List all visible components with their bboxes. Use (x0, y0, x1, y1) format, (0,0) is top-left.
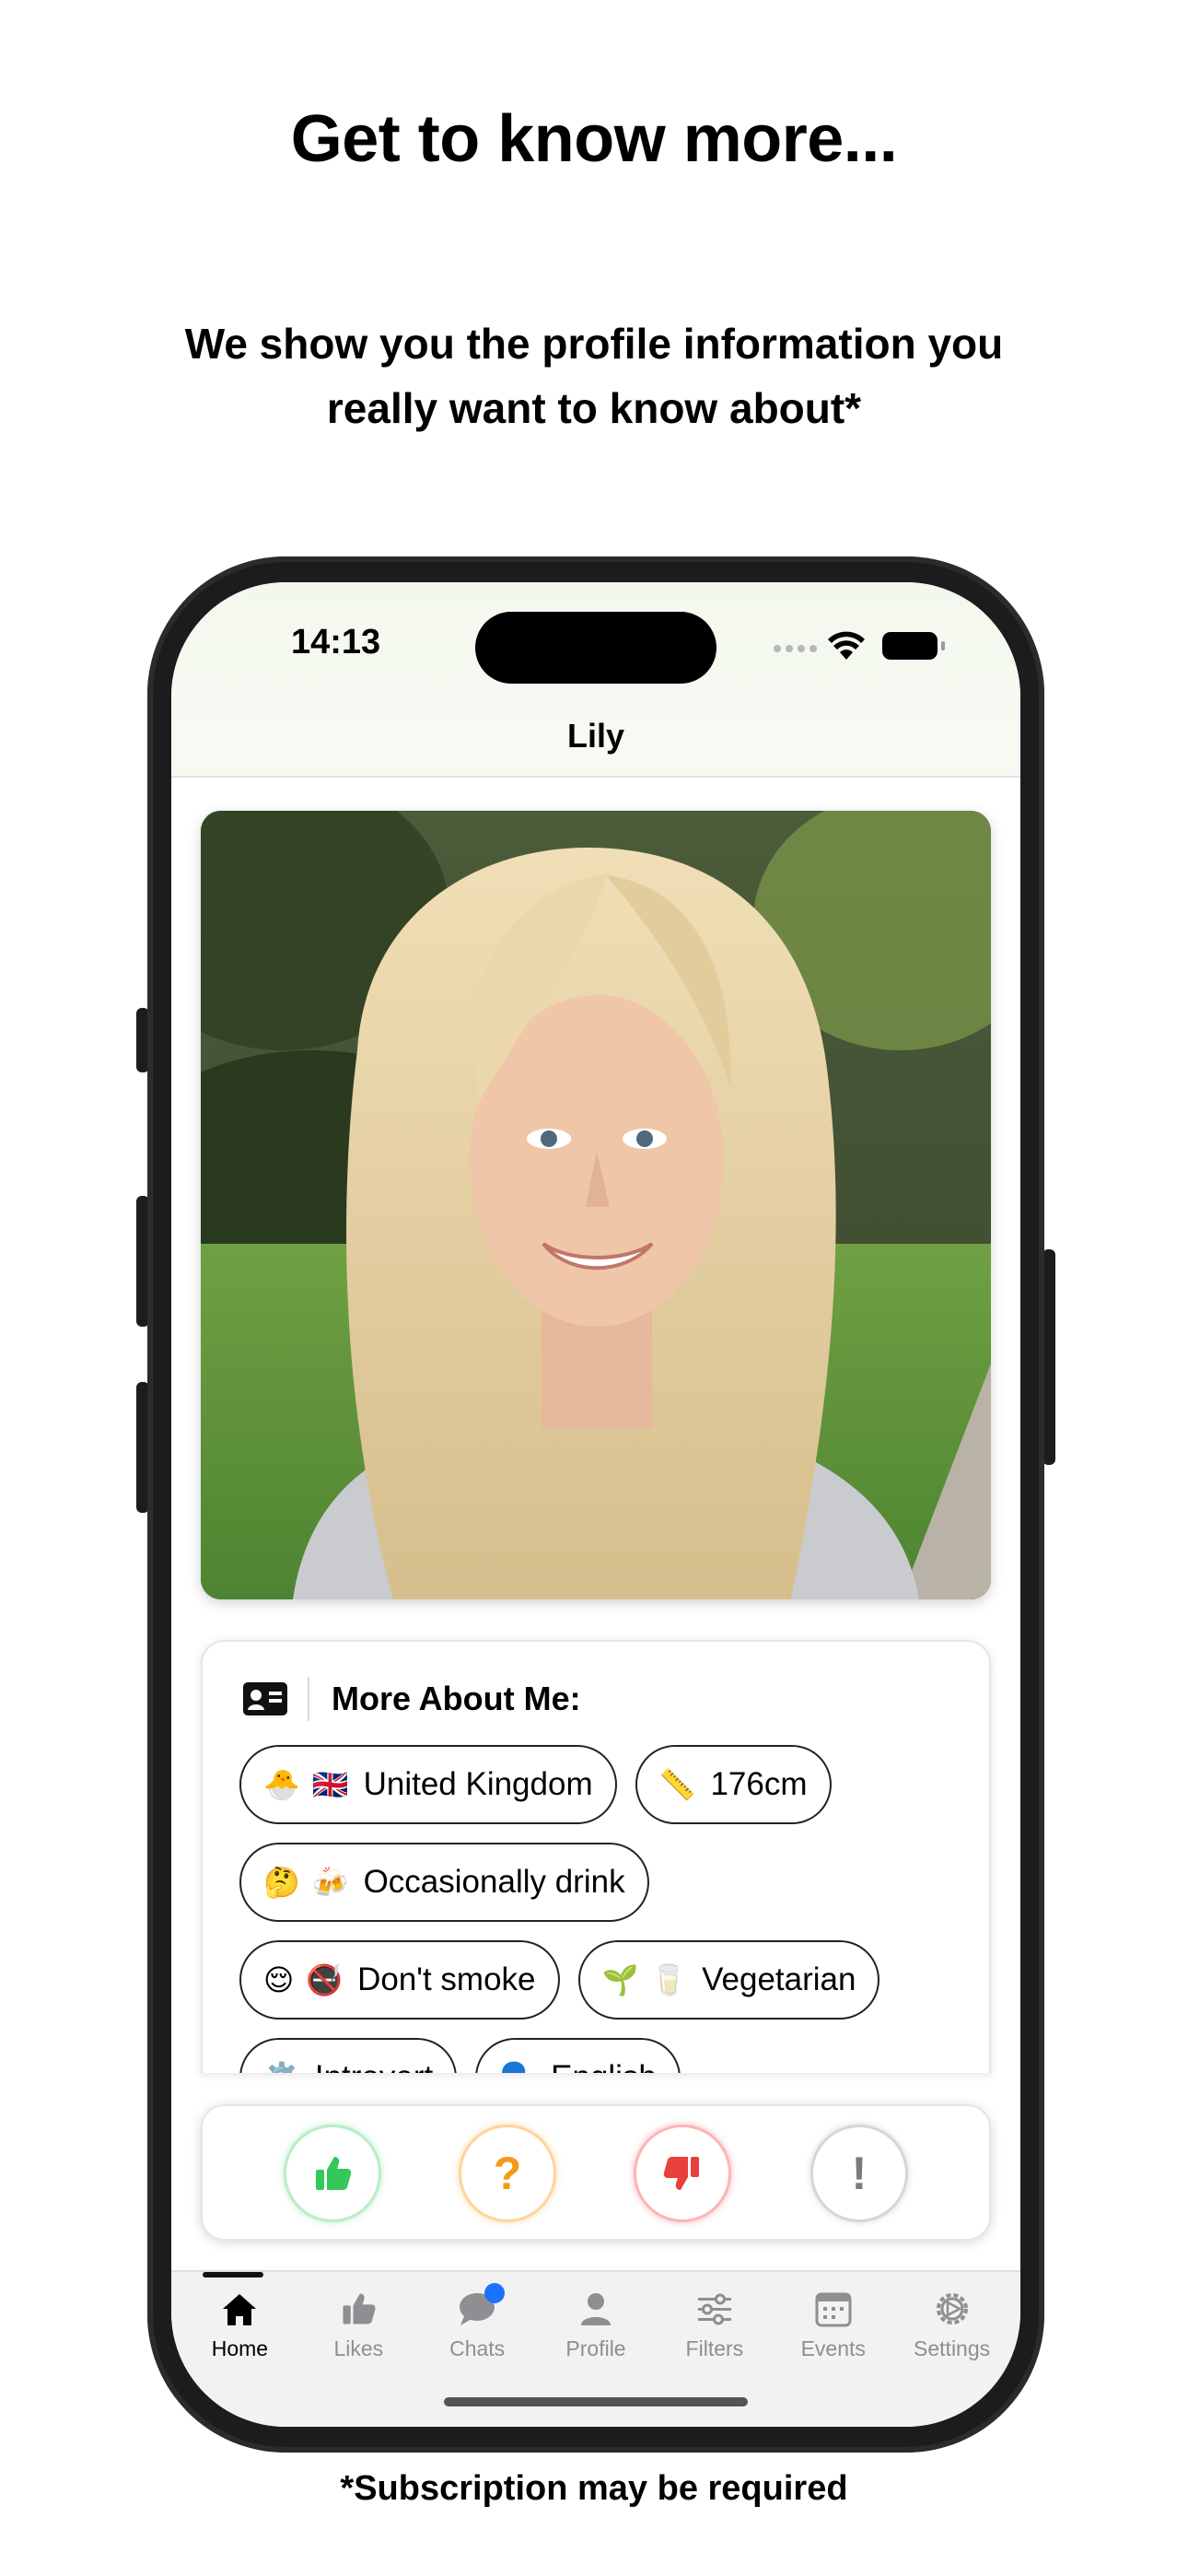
chip-label: 176cm (710, 1766, 808, 1802)
chip-emoji: 📏 (658, 1768, 698, 1801)
chip-smoking: 😌 🚭 Don't smoke (239, 1940, 560, 2020)
tab-label: Profile (565, 2336, 626, 2360)
action-bar: ? ! (201, 2104, 991, 2241)
chip-emoji: 🐣 🇬🇧 (263, 1768, 351, 1801)
chip-label: Vegetarian (702, 1961, 856, 1997)
active-tab-indicator (203, 2272, 263, 2277)
profile-name-title: Lily (566, 717, 624, 755)
about-header-divider (308, 1677, 309, 1721)
chip-language: 🗣️ English (475, 2038, 681, 2073)
chip-nationality: 🐣 🇬🇧 United Kingdom (239, 1745, 617, 1824)
home-icon (223, 2294, 257, 2325)
phone-screen: 14:13 Lily More About Me: 🐣 🇬🇧 United Ki… (171, 582, 1020, 2427)
chip-label: United Kingdom (363, 1766, 593, 1802)
home-indicator (444, 2397, 748, 2406)
nav-divider (171, 776, 1020, 778)
chip-emoji: 🗣️ (499, 2060, 538, 2073)
chip-emoji: 🤔 🍻 (263, 1866, 351, 1899)
status-bar: 14:13 Lily (171, 582, 1020, 776)
about-header: More About Me: (243, 1677, 581, 1721)
tabs: Home Likes Chats Profile Filters Events … (181, 2283, 1011, 2361)
report-button[interactable]: ! (810, 2125, 908, 2222)
tab-label: Likes (333, 2336, 384, 2360)
chip-personality: ⚙️ Introvert (239, 2038, 458, 2073)
chip-label: Introvert (315, 2059, 433, 2073)
gear-icon (936, 2293, 968, 2324)
profile-photo-image (201, 811, 991, 1599)
chip-diet: 🌱 🥛 Vegetarian (577, 1940, 880, 2020)
about-card: More About Me: 🐣 🇬🇧 United Kingdom 📏 176… (201, 1640, 991, 2073)
tab-chats[interactable]: Chats (418, 2283, 537, 2361)
sliders-icon (697, 2293, 731, 2325)
dynamic-island (475, 612, 716, 684)
tab-label: Filters (685, 2336, 744, 2360)
tab-profile[interactable]: Profile (537, 2289, 656, 2361)
about-title: More About Me: (332, 1680, 581, 1717)
screenshot-page: Get to know more... We show you the prof… (0, 0, 1188, 2576)
power-button (1042, 1249, 1055, 1465)
tab-likes[interactable]: Likes (299, 2289, 418, 2361)
tab-events[interactable]: Events (774, 2289, 892, 2361)
chip-emoji: 🌱 🥛 (601, 1963, 690, 1996)
person-icon (581, 2293, 611, 2325)
chip-label: Occasionally drink (363, 1864, 625, 1900)
tab-bar: Home Likes Chats Profile Filters Events … (171, 2270, 1020, 2427)
tab-filters[interactable]: Filters (655, 2289, 774, 2361)
thumbs-up-icon (316, 2157, 352, 2190)
wifi-icon (828, 631, 865, 660)
chip-emoji: ⚙️ (263, 2060, 302, 2073)
tab-label: Settings (914, 2336, 991, 2360)
chip-label: English (551, 2059, 657, 2073)
tab-home[interactable]: Home (181, 2289, 299, 2361)
status-time: 14:13 (291, 623, 381, 662)
tab-settings[interactable]: Settings (892, 2289, 1011, 2361)
unread-badge (484, 2283, 506, 2303)
tab-label: Chats (449, 2336, 506, 2360)
subscription-footnote: *Subscription may be required (340, 2469, 848, 2508)
chat-icon-wrap (457, 2283, 506, 2329)
tab-label: Home (211, 2336, 269, 2360)
marketing-headline: Get to know more... (290, 102, 898, 176)
chip-emoji: 😌 🚭 (263, 1963, 345, 1996)
dislike-button[interactable] (634, 2125, 731, 2222)
question-button[interactable]: ? (459, 2125, 556, 2222)
chip-label: Don't smoke (357, 1961, 536, 1997)
chip-height: 📏 176cm (635, 1745, 832, 1824)
calendar-icon (815, 2292, 852, 2327)
cellular-signal-icon (774, 645, 817, 652)
battery-icon (882, 632, 945, 660)
about-chips: 🐣 🇬🇧 United Kingdom 📏 176cm 🤔 🍻 Occasion… (239, 1745, 967, 2073)
marketing-subheadline: We show you the profile information you … (184, 320, 1004, 432)
thumbs-up-icon (343, 2293, 376, 2324)
tab-label: Events (800, 2336, 866, 2360)
profile-photo[interactable] (201, 811, 991, 1599)
like-button[interactable] (284, 2125, 381, 2222)
thumbs-down-icon (663, 2157, 699, 2190)
chip-drinking: 🤔 🍻 Occasionally drink (239, 1843, 649, 1922)
id-card-icon (243, 1682, 287, 1715)
